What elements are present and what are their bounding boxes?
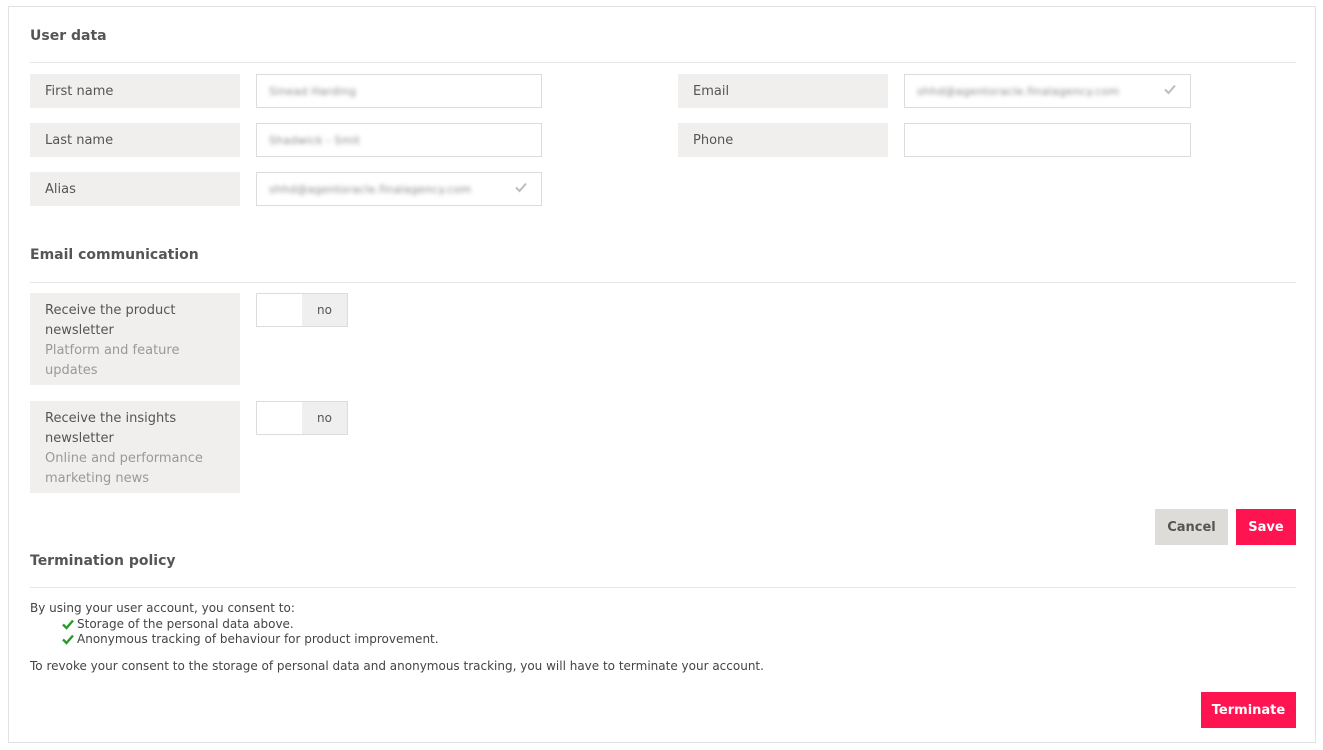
termination-policy-title: Termination policy bbox=[30, 553, 176, 569]
phone-field[interactable] bbox=[904, 123, 1191, 157]
check-icon bbox=[62, 619, 74, 630]
insights-newsletter-toggle[interactable]: no bbox=[256, 401, 348, 435]
last-name-label: Last name bbox=[30, 123, 240, 157]
phone-label: Phone bbox=[678, 123, 888, 157]
email-label: Email bbox=[678, 74, 888, 108]
product-newsletter-label: Receive the product newsletter Platform … bbox=[30, 293, 240, 385]
divider bbox=[30, 62, 1296, 63]
first-name-value: Sinead Harding bbox=[269, 84, 357, 98]
email-value: shhd@agentoracle.finalagency.com bbox=[917, 84, 1120, 98]
product-newsletter-subtitle: Platform and feature updates bbox=[45, 343, 180, 378]
user-data-title: User data bbox=[30, 28, 107, 44]
consent-item: Anonymous tracking of behaviour for prod… bbox=[62, 632, 439, 646]
product-newsletter-toggle[interactable]: no bbox=[256, 293, 348, 327]
last-name-value: Shadwick - Smit bbox=[269, 133, 361, 147]
terminate-button[interactable]: Terminate bbox=[1201, 692, 1296, 728]
revoke-text: To revoke your consent to the storage of… bbox=[30, 659, 764, 673]
alias-label: Alias bbox=[30, 172, 240, 206]
check-icon bbox=[1164, 84, 1176, 95]
divider bbox=[30, 587, 1296, 588]
consent-intro: By using your user account, you consent … bbox=[30, 601, 295, 615]
check-icon bbox=[62, 634, 74, 645]
alias-value: shhd@agentoracle.finalagency.com bbox=[269, 182, 472, 196]
insights-newsletter-title: Receive the insights newsletter bbox=[45, 411, 177, 446]
alias-field[interactable]: shhd@agentoracle.finalagency.com bbox=[256, 172, 542, 206]
save-button[interactable]: Save bbox=[1236, 509, 1296, 545]
toggle-state: no bbox=[302, 402, 347, 434]
consent-item-text: Anonymous tracking of behaviour for prod… bbox=[77, 632, 439, 646]
product-newsletter-title: Receive the product newsletter bbox=[45, 303, 176, 338]
check-icon bbox=[515, 182, 527, 193]
last-name-field[interactable]: Shadwick - Smit bbox=[256, 123, 542, 157]
toggle-state: no bbox=[302, 294, 347, 326]
insights-newsletter-label: Receive the insights newsletter Online a… bbox=[30, 401, 240, 493]
insights-newsletter-subtitle: Online and performance marketing news bbox=[45, 451, 203, 486]
settings-panel: User data First name Sinead Harding Last… bbox=[8, 6, 1316, 743]
consent-item: Storage of the personal data above. bbox=[62, 617, 294, 631]
consent-item-text: Storage of the personal data above. bbox=[77, 617, 294, 631]
toggle-knob bbox=[257, 402, 302, 434]
first-name-label: First name bbox=[30, 74, 240, 108]
email-communication-title: Email communication bbox=[30, 247, 199, 263]
email-field[interactable]: shhd@agentoracle.finalagency.com bbox=[904, 74, 1191, 108]
first-name-field[interactable]: Sinead Harding bbox=[256, 74, 542, 108]
divider bbox=[30, 282, 1296, 283]
cancel-button[interactable]: Cancel bbox=[1155, 509, 1228, 545]
toggle-knob bbox=[257, 294, 302, 326]
